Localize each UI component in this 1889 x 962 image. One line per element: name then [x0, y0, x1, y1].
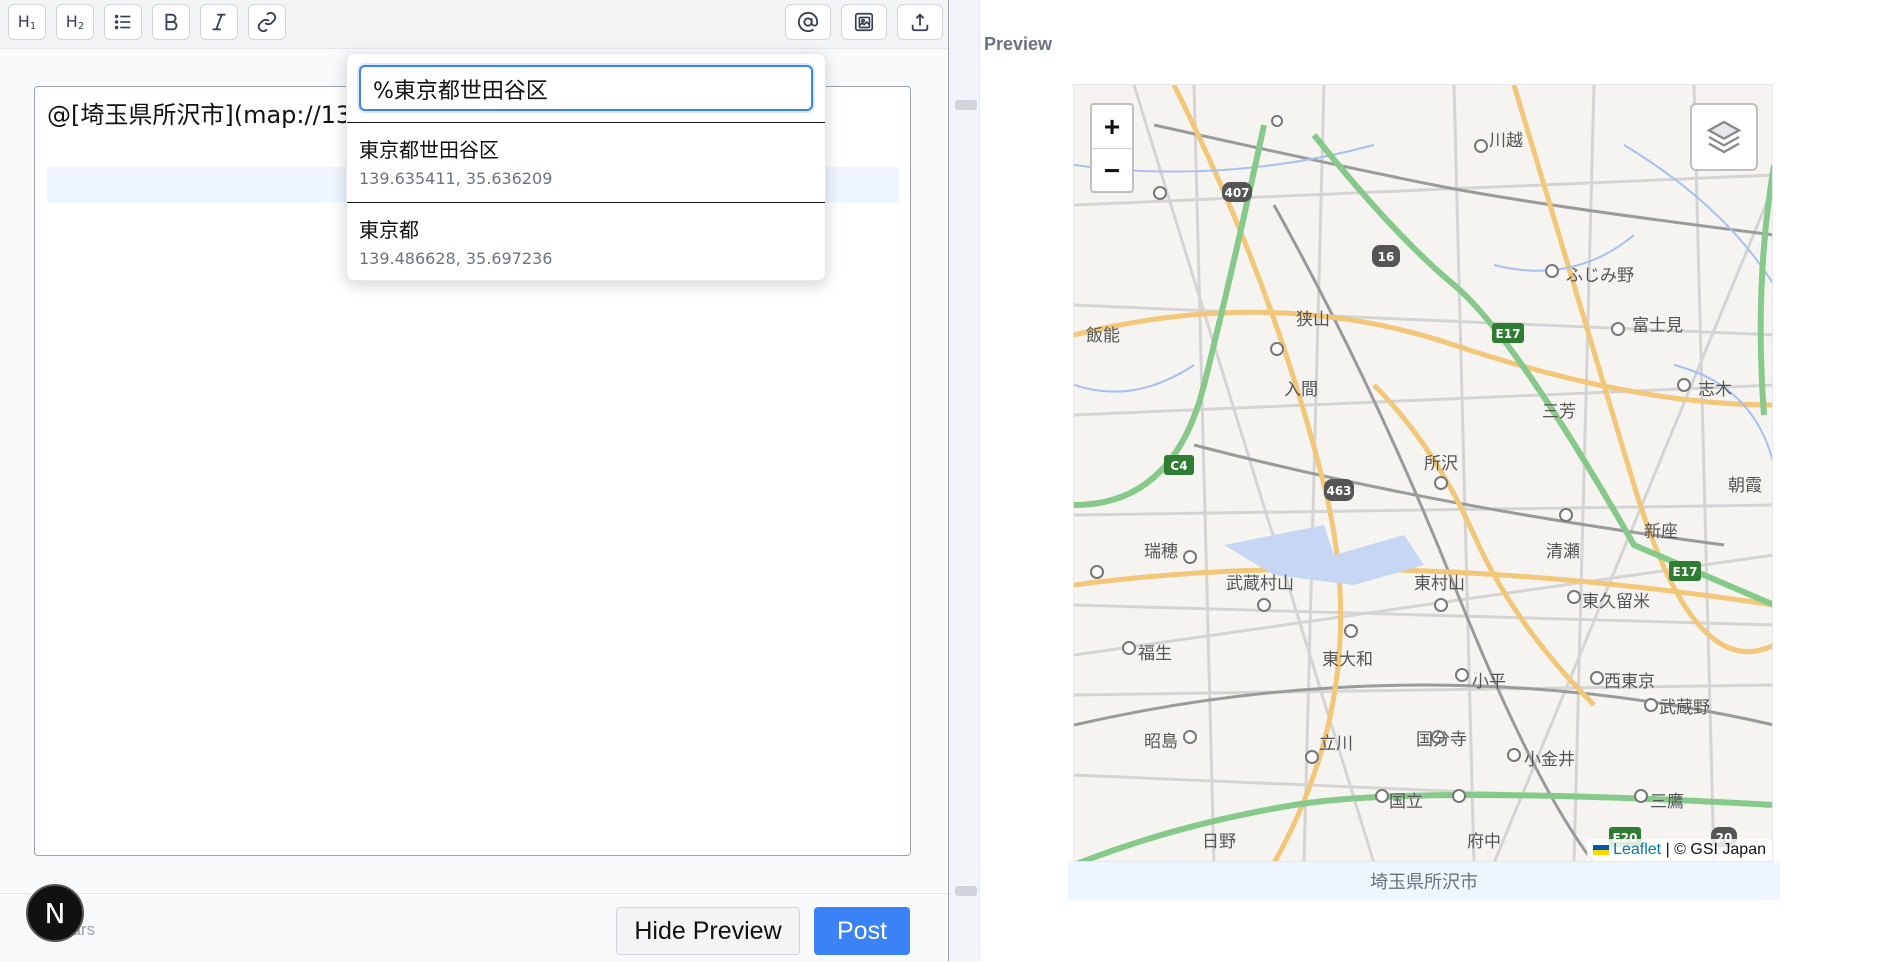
map-place-label: 朝霞 [1728, 476, 1762, 496]
map-place-label: 瑞穂 [1144, 542, 1178, 562]
map-place-label: 西東京 [1604, 672, 1655, 692]
heading2-button[interactable]: H2 [56, 4, 94, 40]
svg-text:C4: C4 [1170, 459, 1187, 473]
location-result-coords: 139.635411, 35.636209 [359, 169, 553, 188]
map-place-label: 富士見 [1632, 316, 1683, 336]
location-result-item[interactable]: 東京都 139.486628, 35.697236 [359, 214, 552, 268]
location-result-name: 東京都 [359, 218, 419, 242]
location-result-coords: 139.486628, 35.697236 [359, 249, 553, 268]
svg-text:E17: E17 [1673, 565, 1698, 579]
editor-footer [0, 893, 948, 962]
italic-button[interactable] [200, 4, 238, 40]
heading2-icon: H2 [65, 12, 85, 32]
map-place-label: 清瀬 [1546, 542, 1580, 562]
bullet-list-icon [114, 14, 131, 30]
italic-icon [212, 13, 226, 31]
editor-content[interactable]: @[埼玉県所沢市](map://139 [47, 95, 366, 130]
map-place-label: 三芳 [1542, 402, 1576, 422]
location-result-name: 東京都世田谷区 [359, 138, 499, 162]
map-attribution: Leaflet | © GSI Japan [1586, 839, 1772, 861]
map-caption: 埼玉県所沢市 [1068, 862, 1780, 900]
preview-pane: Preview 407 16 E17 C4 463 E17 E20 20 川越 … [980, 0, 1889, 961]
at-sign-icon [797, 11, 819, 33]
svg-text:463: 463 [1326, 484, 1351, 498]
popup-divider [347, 202, 825, 203]
map-place-label: 昭島 [1144, 732, 1178, 752]
map-place-label: 武蔵村山 [1226, 574, 1294, 594]
map-place-label: 小平 [1472, 672, 1506, 692]
preview-title: Preview [984, 34, 1053, 54]
link-icon [257, 11, 277, 33]
map-place-label: 東大和 [1322, 650, 1373, 670]
map-zoom-control: + − [1090, 103, 1134, 193]
mention-button[interactable] [785, 4, 831, 40]
map-place-label: 志木 [1698, 380, 1732, 400]
location-search-input[interactable]: %東京都世田谷区 [359, 65, 813, 111]
upload-button[interactable] [897, 4, 943, 40]
map-place-label: 新座 [1644, 522, 1678, 542]
post-button[interactable]: Post [814, 907, 910, 955]
upload-icon [911, 13, 929, 32]
attribution-text: | © GSI Japan [1665, 841, 1766, 858]
image-gallery-icon [854, 12, 874, 32]
map-place-label: 東村山 [1414, 574, 1465, 594]
ukraine-flag-icon [1592, 844, 1609, 855]
map-place-label: 国分寺 [1416, 730, 1467, 750]
map-place-label: 立川 [1319, 734, 1353, 754]
editor-toolbar: H1 H2 [0, 0, 948, 49]
map-place-label: 三鷹 [1650, 792, 1684, 812]
popup-divider [347, 122, 825, 123]
zoom-out-button[interactable]: − [1092, 149, 1132, 192]
next-logo-icon[interactable]: N [26, 884, 84, 942]
map-place-label: 入間 [1284, 380, 1318, 400]
hide-preview-button[interactable]: Hide Preview [616, 907, 800, 955]
bold-icon [165, 13, 178, 31]
svg-text:E17: E17 [1496, 327, 1521, 341]
map-place-label: 所沢 [1424, 454, 1458, 474]
map-place-label: 国立 [1389, 792, 1423, 812]
pane-resizer[interactable] [948, 0, 980, 961]
heading1-button[interactable]: H1 [8, 4, 46, 40]
editor-pane: H1 H2 @[埼玉県所沢市](map://139 %東京都世田谷区 東京都世田… [0, 0, 948, 962]
link-button[interactable] [248, 4, 286, 40]
bold-button[interactable] [152, 4, 190, 40]
image-gallery-button[interactable] [841, 4, 887, 40]
layers-icon [1706, 120, 1742, 154]
map-place-label: 狭山 [1296, 310, 1330, 330]
map-place-label: ふじみ野 [1566, 266, 1634, 286]
location-result-item[interactable]: 東京都世田谷区 139.635411, 35.636209 [359, 134, 552, 188]
map-view[interactable]: 407 16 E17 C4 463 E17 E20 20 川越 ふじみ野 富士見… [1073, 84, 1773, 862]
leaflet-link[interactable]: Leaflet [1613, 841, 1661, 858]
zoom-in-button[interactable]: + [1092, 105, 1132, 149]
resizer-grip[interactable] [955, 100, 977, 110]
heading1-icon: H1 [17, 12, 37, 32]
svg-text:407: 407 [1224, 186, 1249, 200]
map-place-label: 東久留米 [1582, 592, 1650, 612]
svg-text:16: 16 [1378, 250, 1395, 264]
location-search-popup: %東京都世田谷区 東京都世田谷区 139.635411, 35.636209 東… [346, 53, 826, 281]
map-place-label: 府中 [1467, 832, 1501, 852]
resizer-grip[interactable] [955, 886, 977, 896]
map-place-label: 川越 [1489, 131, 1523, 151]
bullet-list-button[interactable] [104, 4, 142, 40]
map-place-label: 日野 [1202, 832, 1236, 852]
map-place-label: 小金井 [1524, 750, 1575, 770]
map-place-label: 武蔵野 [1659, 698, 1710, 718]
map-layers-button[interactable] [1690, 103, 1758, 171]
map-place-label: 飯能 [1086, 326, 1120, 346]
map-place-label: 福生 [1138, 644, 1172, 664]
